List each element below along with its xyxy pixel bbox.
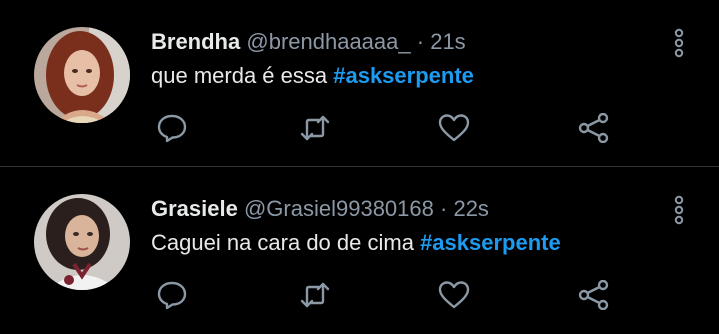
display-name[interactable]: Brendha: [151, 29, 240, 54]
timestamp[interactable]: 21s: [430, 29, 465, 54]
display-name[interactable]: Grasiele: [151, 196, 238, 221]
timestamp[interactable]: 22s: [453, 196, 488, 221]
heart-icon[interactable]: [438, 280, 470, 310]
retweet-icon[interactable]: [299, 280, 331, 310]
tweet-header: Brendha @brendhaaaaa_ · 21s: [151, 29, 466, 55]
share-icon[interactable]: [578, 280, 610, 310]
hashtag-link[interactable]: #askserpente: [420, 230, 561, 255]
hashtag-link[interactable]: #askserpente: [333, 63, 474, 88]
tweet-header: Grasiele @Grasiel99380168 · 22s: [151, 196, 489, 222]
retweet-icon[interactable]: [299, 113, 331, 143]
separator-dot: ·: [416, 29, 425, 54]
share-icon[interactable]: [578, 113, 610, 143]
reply-icon[interactable]: [156, 113, 188, 143]
separator-dot: ·: [440, 196, 448, 221]
tweet-text: Caguei na cara do de cima #askserpente: [151, 229, 561, 257]
tweet-actions: [0, 113, 719, 143]
user-handle[interactable]: @brendhaaaaa_: [246, 29, 410, 54]
avatar[interactable]: [34, 194, 130, 290]
more-vertical-icon[interactable]: [670, 195, 688, 225]
tweet[interactable]: Brendha @brendhaaaaa_ · 21s que merda é …: [0, 0, 719, 167]
user-handle[interactable]: @Grasiel99380168: [244, 196, 434, 221]
tweet-text: que merda é essa #askserpente: [151, 62, 474, 90]
avatar[interactable]: [34, 27, 130, 123]
tweet-text-content: que merda é essa: [151, 63, 334, 88]
tweet[interactable]: Grasiele @Grasiel99380168 · 22s Caguei n…: [0, 167, 719, 334]
heart-icon[interactable]: [438, 113, 470, 143]
reply-icon[interactable]: [156, 280, 188, 310]
tweet-text-content: Caguei na cara do de cima: [151, 230, 421, 255]
tweet-actions: [0, 280, 719, 310]
more-vertical-icon[interactable]: [670, 28, 688, 58]
